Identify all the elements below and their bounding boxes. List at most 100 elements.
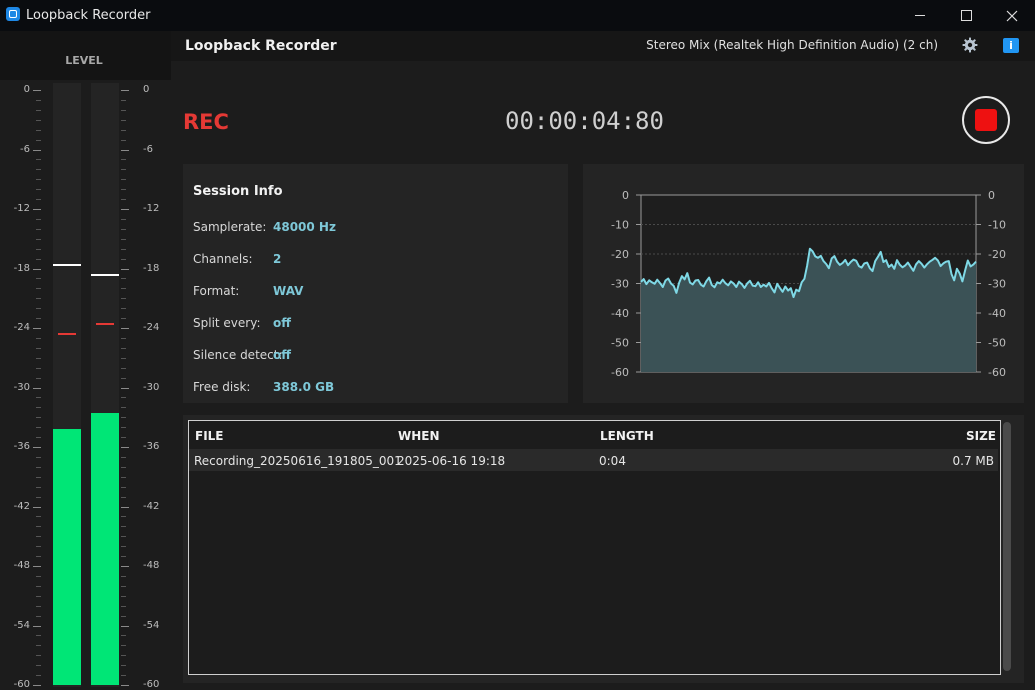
close-button[interactable] <box>989 0 1035 31</box>
major-tick <box>33 268 41 270</box>
minor-tick <box>121 367 126 369</box>
device-name[interactable]: Stereo Mix (Realtek High Definition Audi… <box>646 38 938 52</box>
level-history-chart: 0 0 -10 -10 -20 -20 -30 -30 -40 -40 -50 -50 -60 -60 <box>583 164 1024 403</box>
tick-label-right: -48 <box>143 560 160 571</box>
minor-tick <box>121 347 126 349</box>
major-tick <box>121 387 129 389</box>
column-size[interactable]: SIZE <box>966 429 996 443</box>
major-tick <box>121 685 129 686</box>
y-tick-label-right: -40 <box>988 307 1006 320</box>
level-title: LEVEL <box>65 54 103 67</box>
stop-record-button[interactable] <box>962 96 1010 144</box>
minor-tick <box>121 635 126 637</box>
tick-label-left: -48 <box>13 560 30 571</box>
minor-tick <box>121 179 126 181</box>
session-value: WAV <box>273 284 304 298</box>
rec-status: REC <box>183 110 229 134</box>
minor-tick <box>36 258 41 260</box>
tick-label-left: -12 <box>13 203 30 214</box>
tick-label-left: -30 <box>13 381 30 393</box>
window-title: Loopback Recorder <box>26 8 151 23</box>
tick-label-right: -36 <box>143 441 160 452</box>
session-value: 2 <box>273 252 282 266</box>
maximize-button[interactable] <box>943 0 989 31</box>
minor-tick <box>121 139 126 141</box>
row-file: Recording_20250616_191805_001 <box>194 454 402 468</box>
minor-tick <box>36 159 41 161</box>
gear-icon[interactable] <box>962 37 978 53</box>
session-value: off <box>273 348 291 362</box>
minor-tick <box>36 556 41 558</box>
row-length: 0:04 <box>599 454 626 468</box>
tick-label-right: -42 <box>143 500 160 512</box>
recording-timer: 00:00:04:80 <box>505 107 664 135</box>
major-tick <box>121 149 129 151</box>
y-tick-label-right: -50 <box>988 337 1006 350</box>
row-when: 2025-06-16 19:18 <box>397 454 506 468</box>
session-label: Split every: <box>193 316 261 330</box>
column-file[interactable]: FILE <box>195 429 224 443</box>
column-when[interactable]: WHEN <box>398 429 440 443</box>
minor-tick <box>121 645 126 647</box>
minor-tick <box>121 496 126 498</box>
column-length[interactable]: LENGTH <box>600 429 654 443</box>
file-list[interactable]: FILE WHEN LENGTH SIZE Recording_20250616… <box>188 420 1001 675</box>
minor-tick <box>36 605 41 607</box>
major-tick <box>33 328 41 329</box>
level-header: LEVEL <box>0 31 171 80</box>
minor-tick <box>36 238 41 240</box>
minor-tick <box>121 397 126 399</box>
meter-fill <box>91 413 119 685</box>
y-tick-label-left: -40 <box>611 307 629 320</box>
header: Loopback Recorder Stereo Mix (Realtek Hi… <box>171 31 1035 61</box>
tick-label-left: 0 <box>23 84 30 95</box>
file-list-scrollbar[interactable] <box>1003 422 1011 671</box>
minor-tick <box>121 655 126 657</box>
minor-tick <box>36 615 41 617</box>
major-tick <box>121 328 129 329</box>
minor-tick <box>121 595 126 597</box>
major-tick <box>33 447 41 448</box>
minimize-button[interactable] <box>897 0 943 31</box>
tick-label-right: 0 <box>143 84 150 95</box>
minor-tick <box>121 99 126 101</box>
minor-tick <box>121 199 126 201</box>
maximize-icon <box>960 10 972 21</box>
minor-tick <box>121 278 126 280</box>
y-tick-label-left: -30 <box>611 278 629 291</box>
info-icon[interactable]: i <box>1003 38 1019 53</box>
minor-tick <box>36 119 41 121</box>
session-label: Channels: <box>193 252 253 266</box>
minor-tick <box>36 456 41 458</box>
minor-tick <box>36 595 41 597</box>
minor-tick <box>36 248 41 250</box>
level-panel: LEVEL 0 0 -6 -6 -12 -12 -18 -18 -24 -24 -30 -30 -36 -… <box>0 31 171 690</box>
minor-tick <box>121 238 126 240</box>
minor-tick <box>36 169 41 171</box>
minor-tick <box>121 466 126 468</box>
minor-tick <box>36 377 41 379</box>
table-row[interactable]: Recording_20250616_191805_001 2025-06-16… <box>189 449 998 471</box>
minor-tick <box>36 139 41 141</box>
major-tick <box>33 387 41 389</box>
session-info-panel: Session Info Samplerate: 48000 Hz Channels… <box>183 164 568 403</box>
minor-tick <box>36 347 41 349</box>
minor-tick <box>121 407 126 409</box>
meter-fill <box>53 429 81 685</box>
session-label: Format: <box>193 284 240 298</box>
minor-tick <box>121 516 126 518</box>
level-meters: 0 0 -6 -6 -12 -12 -18 -18 -24 -24 -30 -30 -36 -36 -42 -… <box>0 81 171 690</box>
app-title: Loopback Recorder <box>185 38 337 54</box>
minor-tick <box>36 476 41 478</box>
minimize-icon <box>915 15 925 16</box>
file-list-panel: FILE WHEN LENGTH SIZE Recording_20250616… <box>183 415 1024 683</box>
minor-tick <box>121 169 126 171</box>
major-tick <box>121 90 129 91</box>
hold-marker <box>96 323 114 326</box>
major-tick <box>121 209 129 210</box>
minor-tick <box>36 357 41 359</box>
major-tick <box>33 506 41 508</box>
minor-tick <box>121 427 126 429</box>
y-tick-label-left: -60 <box>611 366 629 379</box>
tick-label-left: -24 <box>13 322 30 333</box>
